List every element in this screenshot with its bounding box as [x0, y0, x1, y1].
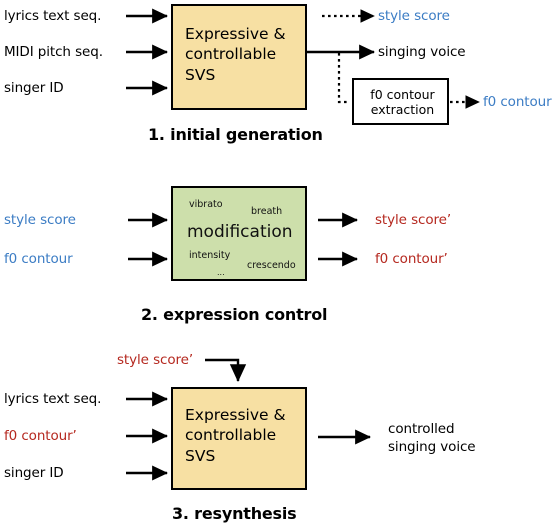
label-output-style-score-2: style score’: [375, 212, 452, 228]
label-input-singer-1: singer ID: [4, 80, 64, 96]
label-input-style-score-2: style score: [4, 212, 76, 228]
label-output-singing-voice-1: singing voice: [378, 44, 466, 60]
diagram-canvas: lyrics text seq. MIDI pitch seq. singer …: [0, 0, 560, 526]
label-input-style-score-3: style score’: [117, 352, 194, 368]
label-output-f0-contour-1: f0 contour: [483, 94, 552, 110]
caption-section-2: 2. expression control: [141, 305, 328, 324]
label-output-style-score-1: style score: [378, 8, 450, 24]
label-input-f0-contour-2: f0 contour: [4, 251, 73, 267]
modification-word-intensity: intensity: [189, 250, 231, 261]
label-output-controlled-voice-3: controlled singing voice: [388, 421, 476, 455]
label-input-f0-contour-3: f0 contour’: [4, 428, 77, 444]
caption-section-3: 3. resynthesis: [172, 504, 297, 523]
svs-model-box-1: Expressive & controllable SVS: [171, 4, 307, 110]
label-input-singer-3: singer ID: [4, 465, 64, 481]
f0-contour-extraction-box: f0 contour extraction: [352, 78, 449, 125]
modification-word-crescendo: crescendo: [247, 260, 296, 271]
modification-word-breath: breath: [251, 206, 283, 217]
svs-model-box-3-title: Expressive & controllable SVS: [185, 406, 286, 465]
caption-section-1: 1. initial generation: [148, 125, 323, 144]
modification-box: vibrato breath modification intensity cr…: [171, 186, 307, 281]
label-output-f0-contour-2: f0 contour’: [375, 251, 448, 267]
modification-word-vibrato: vibrato: [189, 199, 223, 210]
f0-contour-extraction-box-title: f0 contour extraction: [370, 87, 435, 117]
modification-box-title: modification: [187, 222, 293, 242]
connector-f0-extraction-tap: [337, 53, 349, 104]
label-input-midi-1: MIDI pitch seq.: [4, 44, 103, 60]
modification-word-ellipsis: ...: [217, 268, 225, 277]
svs-model-box-3: Expressive & controllable SVS: [171, 387, 307, 490]
label-input-lyrics-1: lyrics text seq.: [4, 8, 102, 24]
arrow-input-style-score-3: [205, 358, 247, 382]
svs-model-box-1-title: Expressive & controllable SVS: [185, 25, 286, 84]
label-input-lyrics-3: lyrics text seq.: [4, 391, 102, 407]
